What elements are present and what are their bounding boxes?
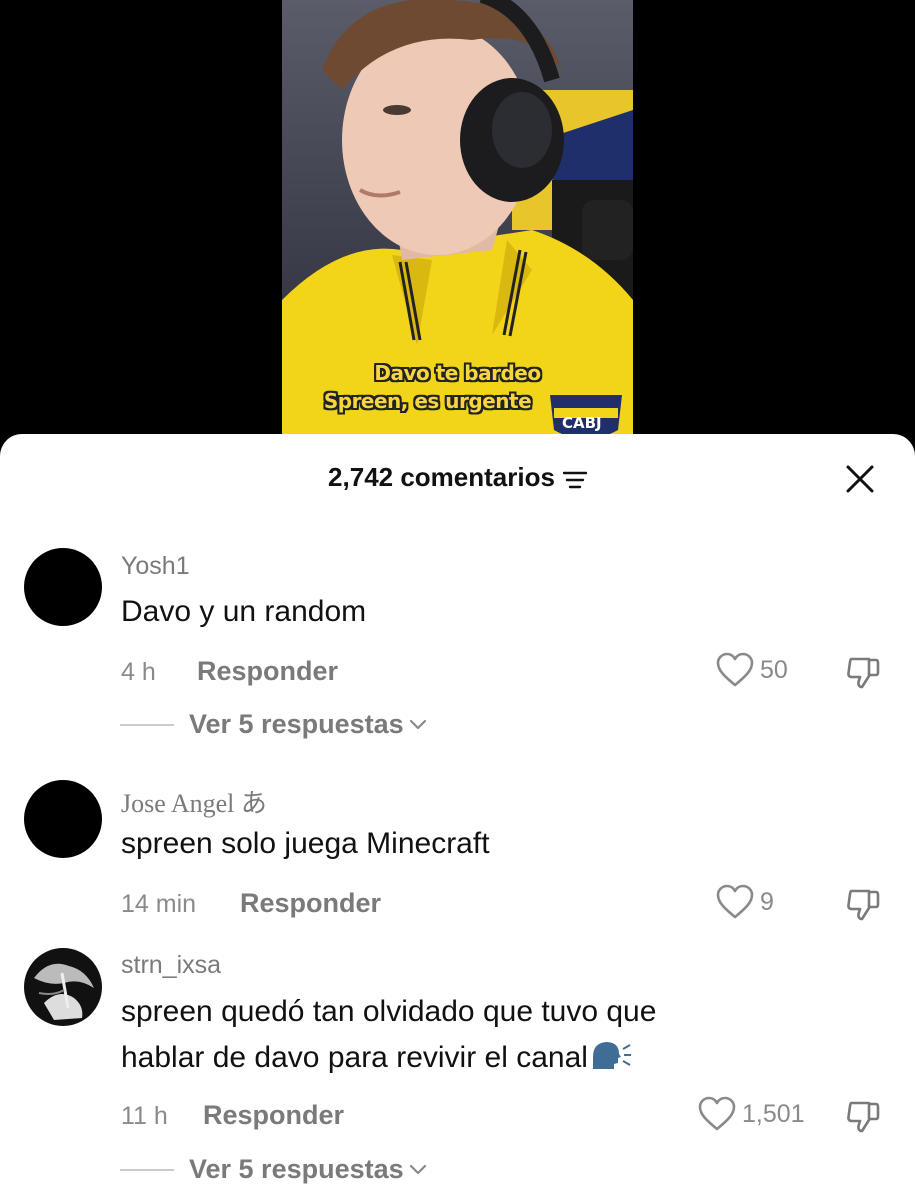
team-badge-label: CABJ [562, 414, 602, 432]
video-caption-line1: Davo te bardeo [374, 361, 541, 385]
avatar[interactable] [24, 780, 102, 858]
reply-button[interactable]: Responder [240, 888, 381, 919]
divider-line [120, 723, 174, 726]
comments-header: 2,742 comentarios [0, 434, 915, 522]
comment-time: 14 min [121, 890, 197, 918]
like-button[interactable]: 1,501 [698, 1096, 805, 1132]
comment-text: spreen solo juega Minecraft [121, 827, 490, 860]
dislike-icon[interactable] [845, 1100, 881, 1134]
heart-icon [698, 1096, 736, 1131]
comment-text-line2: hablar de davo para revivir el canal [121, 1041, 588, 1074]
avatar[interactable] [24, 948, 102, 1026]
comment-time: 4 h [121, 658, 156, 686]
comment-time: 11 h [121, 1102, 168, 1130]
view-replies-label: Ver 5 respuestas [189, 709, 404, 739]
view-replies-label: Ver 5 respuestas [189, 1154, 404, 1184]
view-replies-button[interactable]: Ver 5 respuestas [120, 1154, 427, 1185]
chevron-down-icon [409, 1164, 426, 1174]
video-area: Davo te bardeo Spreen, es urgente CABJ [0, 0, 915, 460]
comment-username[interactable]: Jose Angel あ [121, 783, 267, 820]
speaking-head-icon [590, 1039, 632, 1086]
heart-icon [716, 884, 754, 919]
comment-text: Davo y un random [121, 595, 367, 628]
view-replies-button[interactable]: Ver 5 respuestas [120, 709, 427, 740]
like-button[interactable]: 50 [716, 652, 788, 688]
comment-text-line2-wrap: hablar de davo para revivir el canal [121, 1036, 632, 1086]
comment-username[interactable]: Yosh1 [121, 552, 190, 581]
avatar[interactable] [24, 548, 102, 626]
comment-count: 2,742 comentarios [328, 462, 555, 492]
reply-button[interactable]: Responder [197, 656, 338, 687]
dislike-icon[interactable] [845, 888, 881, 922]
comment-text-line1: spreen quedó tan olvidado que tuvo que [121, 995, 657, 1028]
dislike-icon[interactable] [845, 656, 881, 690]
comment-item: Yosh1 Davo y un random 4 h Responder 50 … [0, 544, 915, 754]
comment-item: strn_ixsa spreen quedó tan olvidado que … [0, 944, 915, 1200]
close-icon[interactable] [843, 462, 877, 496]
like-count: 50 [760, 655, 788, 684]
avatar-artwork [34, 963, 94, 1020]
like-count: 1,501 [742, 1099, 805, 1128]
reply-button[interactable]: Responder [203, 1100, 344, 1131]
like-count: 9 [760, 887, 774, 916]
chevron-down-icon [409, 719, 426, 729]
comment-username[interactable]: strn_ixsa [121, 951, 221, 980]
filter-icon[interactable] [562, 470, 588, 490]
video-caption-line2: Spreen, es urgente [323, 389, 532, 413]
divider-line [120, 1168, 174, 1171]
comment-item: Jose Angel あ spreen solo juega Minecraft… [0, 776, 915, 926]
comments-sheet: 2,742 comentarios Yosh1 Davo y un random… [0, 434, 915, 1200]
video-thumbnail[interactable]: Davo te bardeo Spreen, es urgente CABJ [282, 0, 633, 460]
heart-icon [716, 652, 754, 687]
like-button[interactable]: 9 [716, 884, 774, 920]
